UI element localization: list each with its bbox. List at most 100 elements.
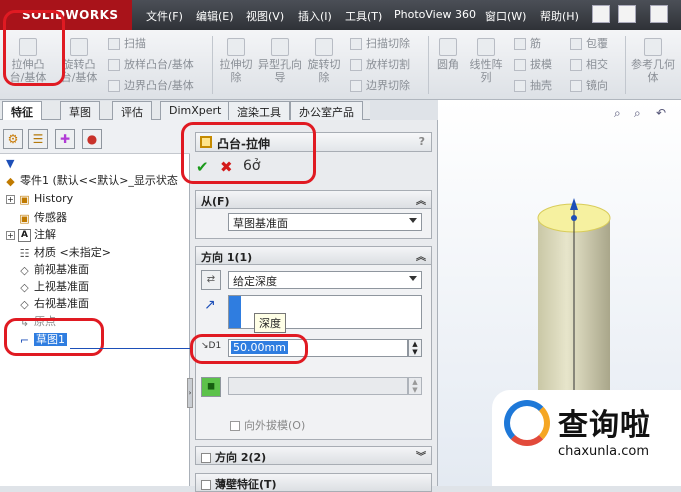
checkbox-icon[interactable] (201, 480, 211, 490)
tab-sketch[interactable]: 草图 (60, 101, 100, 120)
feature-manager-tree: ⚙ ☰ ✚ ● ▼ ◆ 零件1 (默认<<默认>_显示状态 + ▣ History ▣… (0, 120, 190, 486)
boundary-boss-icon (108, 80, 120, 92)
checkbox-icon[interactable] (201, 453, 211, 463)
expand-toggle-icon[interactable]: + (6, 230, 15, 240)
new-doc-icon[interactable] (618, 5, 636, 23)
direction2-section-header[interactable]: 方向 2(2) ︾ (195, 446, 432, 465)
tree-item-annotations[interactable]: + A 注解 (6, 226, 56, 243)
annotation-highlight (4, 318, 104, 356)
reverse-direction-icon[interactable]: ⇄ (201, 270, 221, 290)
wrap-button[interactable]: 包覆 (570, 35, 608, 51)
rib-button[interactable]: 筋 (514, 35, 541, 51)
menu-file[interactable]: 文件(F) (146, 8, 183, 24)
draft-spinner[interactable]: ▲ ▼ (408, 377, 422, 395)
tab-dimxpert[interactable]: DimXpert (160, 101, 231, 120)
linear-pattern-button[interactable]: 线性阵列 (468, 38, 504, 84)
boundary-boss-button[interactable]: 边界凸台/基体 (108, 77, 194, 93)
plane-icon: ◇ (20, 280, 29, 294)
boundary-cut-icon (350, 80, 362, 92)
menu-insert[interactable]: 插入(I) (298, 8, 332, 24)
revolve-cut-button[interactable]: 旋转切除 (304, 38, 344, 84)
reference-geometry-icon (644, 38, 662, 56)
part-icon: ◆ (6, 174, 15, 188)
property-manager-tab-icon[interactable]: ☰ (28, 129, 48, 149)
annotation-highlight (190, 334, 308, 364)
from-section-body: 草图基准面 (195, 209, 432, 239)
ribbon-divider (212, 36, 213, 94)
selection-line (70, 348, 190, 349)
swept-cut-icon (350, 38, 362, 50)
draft-button[interactable]: 拔模 (514, 56, 552, 72)
extrude-cut-button[interactable]: 拉伸切除 (218, 38, 254, 84)
wrap-icon (570, 38, 582, 50)
revolve-cut-icon (315, 38, 333, 56)
menu-edit[interactable]: 编辑(E) (196, 8, 234, 24)
watermark-logo-icon (504, 400, 550, 446)
feature-manager-tab-icon[interactable]: ⚙ (3, 129, 23, 149)
tree-item-sensors[interactable]: ▣ 传感器 (18, 209, 67, 226)
tab-office-products[interactable]: 办公室产品 (290, 101, 363, 120)
from-section-header[interactable]: 从(F) ︽ (195, 190, 432, 209)
dropdown-arrow-icon (409, 218, 417, 223)
title-bar: SOLIDWORKS 文件(F) 编辑(E) 视图(V) 插入(I) 工具(T)… (0, 0, 681, 30)
menu-view[interactable]: 视图(V) (246, 8, 284, 24)
collapse-chevron-icon[interactable]: ︽ (416, 192, 426, 207)
selection-box-highlight (229, 296, 241, 328)
plane-icon: ◇ (20, 263, 29, 277)
draft-outward-checkbox[interactable]: 向外拔模(O) (230, 417, 305, 433)
panel-collapse-handle[interactable]: › (187, 378, 193, 408)
help-icon[interactable]: ? (419, 135, 425, 148)
mirror-button[interactable]: 镜向 (570, 77, 608, 93)
filter-icon[interactable]: ▼ (6, 157, 14, 170)
display-manager-tab-icon[interactable]: ● (82, 129, 102, 149)
direction1-section-header[interactable]: 方向 1(1) ︽ (195, 246, 432, 265)
hole-wizard-icon (271, 38, 289, 56)
lofted-cut-button[interactable]: 放样切割 (350, 56, 410, 72)
tree-item-history[interactable]: + ▣ History (6, 192, 73, 209)
boundary-cut-button[interactable]: 边界切除 (350, 77, 410, 93)
menu-tools[interactable]: 工具(T) (345, 8, 382, 24)
menu-help[interactable]: 帮助(H) (540, 8, 579, 24)
tab-render-tools[interactable]: 渲染工具 (228, 101, 290, 120)
material-icon: ☷ (19, 246, 30, 260)
intersect-button[interactable]: 相交 (570, 56, 608, 72)
ribbon-divider (625, 36, 626, 94)
draft-angle-input[interactable] (228, 377, 408, 395)
pin-icon[interactable] (592, 5, 610, 23)
mirror-icon (570, 80, 582, 92)
end-condition-combo[interactable]: 给定深度 (228, 271, 422, 289)
tree-item-top-plane[interactable]: ◇ 上视基准面 (18, 278, 89, 295)
reference-geometry-button[interactable]: 参考几何体 (630, 38, 676, 84)
hole-wizard-button[interactable]: 异型孔向导 (258, 38, 302, 84)
from-start-combo[interactable]: 草图基准面 (228, 213, 422, 231)
fillet-icon (439, 38, 457, 56)
watermark-badge: 查询啦 chaxunla.com (492, 390, 681, 486)
fillet-button[interactable]: 圆角 (433, 38, 463, 71)
loft-button[interactable]: 放样凸台/基体 (108, 56, 194, 72)
sweep-button[interactable]: 扫描 (108, 35, 146, 51)
depth-spinner[interactable]: ▲ ▼ (408, 339, 422, 357)
tree-item-material[interactable]: ☷ 材质 <未指定> (18, 244, 111, 261)
loft-icon (108, 59, 120, 71)
collapse-chevron-icon[interactable]: ︽ (416, 248, 426, 263)
open-doc-icon[interactable] (650, 5, 668, 23)
expand-toggle-icon[interactable]: + (6, 194, 15, 204)
direction-arrow-icon: ↗ (204, 297, 216, 313)
menu-window[interactable]: 窗口(W) (485, 8, 526, 24)
tree-part-node[interactable]: ◆ 零件1 (默认<<默认>_显示状态 (4, 172, 178, 189)
shell-button[interactable]: 抽壳 (514, 77, 552, 93)
plane-icon: ◇ (20, 297, 29, 311)
thin-feature-section-header[interactable]: 薄壁特征(T) (195, 473, 432, 492)
tab-evaluate[interactable]: 评估 (112, 101, 152, 120)
tree-item-front-plane[interactable]: ◇ 前视基准面 (18, 261, 89, 278)
configuration-manager-tab-icon[interactable]: ✚ (55, 129, 75, 149)
depth-tooltip: 深度 (254, 313, 286, 333)
draft-onoff-icon[interactable]: ◼ (201, 377, 221, 397)
tab-features[interactable]: 特征 (2, 101, 42, 121)
checkbox-icon[interactable] (230, 421, 240, 431)
swept-cut-button[interactable]: 扫描切除 (350, 35, 410, 51)
expand-chevron-icon[interactable]: ︾ (416, 448, 426, 463)
annotation-highlight (181, 122, 316, 184)
menu-photoview[interactable]: PhotoView 360 (394, 8, 476, 21)
tree-item-right-plane[interactable]: ◇ 右视基准面 (18, 295, 89, 312)
